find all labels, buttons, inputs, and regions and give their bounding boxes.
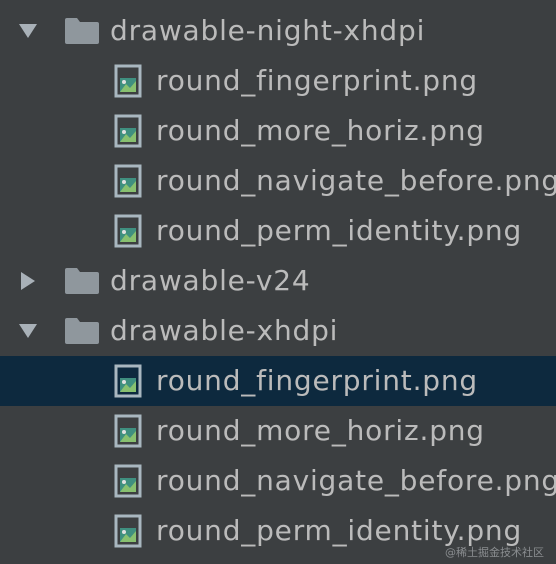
- chevron-down-icon[interactable]: [18, 21, 38, 41]
- tree-item-label: round_fingerprint.png: [156, 63, 478, 97]
- image-file-icon: [114, 364, 142, 398]
- image-file-icon: [114, 64, 142, 98]
- folder-icon: [64, 17, 100, 45]
- tree-folder-drawable-xhdpi[interactable]: drawable-xhdpi: [0, 306, 556, 356]
- tree-folder-drawable-v24[interactable]: drawable-v24: [0, 256, 556, 306]
- folder-icon: [64, 317, 100, 345]
- tree-item-label: drawable-v24: [110, 263, 311, 297]
- tree-item-label: round_navigate_before.png: [156, 163, 556, 197]
- image-file-icon: [114, 414, 142, 448]
- tree-folder-drawable-night-xhdpi[interactable]: drawable-night-xhdpi: [0, 6, 556, 56]
- image-file-icon: [114, 464, 142, 498]
- tree-file-round-more-horiz[interactable]: round_more_horiz.png: [0, 406, 556, 456]
- tree-item-label: round_perm_identity.png: [156, 213, 523, 247]
- tree-item-label: round_perm_identity.png: [156, 513, 523, 547]
- tree-item-label: round_fingerprint.png: [156, 363, 478, 397]
- tree-file-round-fingerprint-selected[interactable]: round_fingerprint.png: [0, 356, 556, 406]
- tree-file-round-navigate-before[interactable]: round_navigate_before.png: [0, 456, 556, 506]
- image-file-icon: [114, 214, 142, 248]
- chevron-down-icon[interactable]: [18, 321, 38, 341]
- tree-file-round-fingerprint[interactable]: round_fingerprint.png: [0, 56, 556, 106]
- tree-item-label: round_navigate_before.png: [156, 463, 556, 497]
- tree-item-label: drawable-night-xhdpi: [110, 13, 426, 47]
- tree-file-round-more-horiz[interactable]: round_more_horiz.png: [0, 106, 556, 156]
- tree-item-label: round_more_horiz.png: [156, 113, 485, 147]
- tree-item-label: drawable-xhdpi: [110, 313, 339, 347]
- tree-file-round-perm-identity[interactable]: round_perm_identity.png: [0, 206, 556, 256]
- image-file-icon: [114, 164, 142, 198]
- watermark-text: @稀土掘金技术社区: [445, 546, 544, 559]
- folder-icon: [64, 267, 100, 295]
- project-file-tree: drawable-night-xhdpi round_fingerprint.p…: [0, 6, 556, 556]
- tree-file-round-navigate-before[interactable]: round_navigate_before.png: [0, 156, 556, 206]
- chevron-right-icon[interactable]: [18, 271, 38, 291]
- image-file-icon: [114, 114, 142, 148]
- image-file-icon: [114, 514, 142, 548]
- tree-item-label: round_more_horiz.png: [156, 413, 485, 447]
